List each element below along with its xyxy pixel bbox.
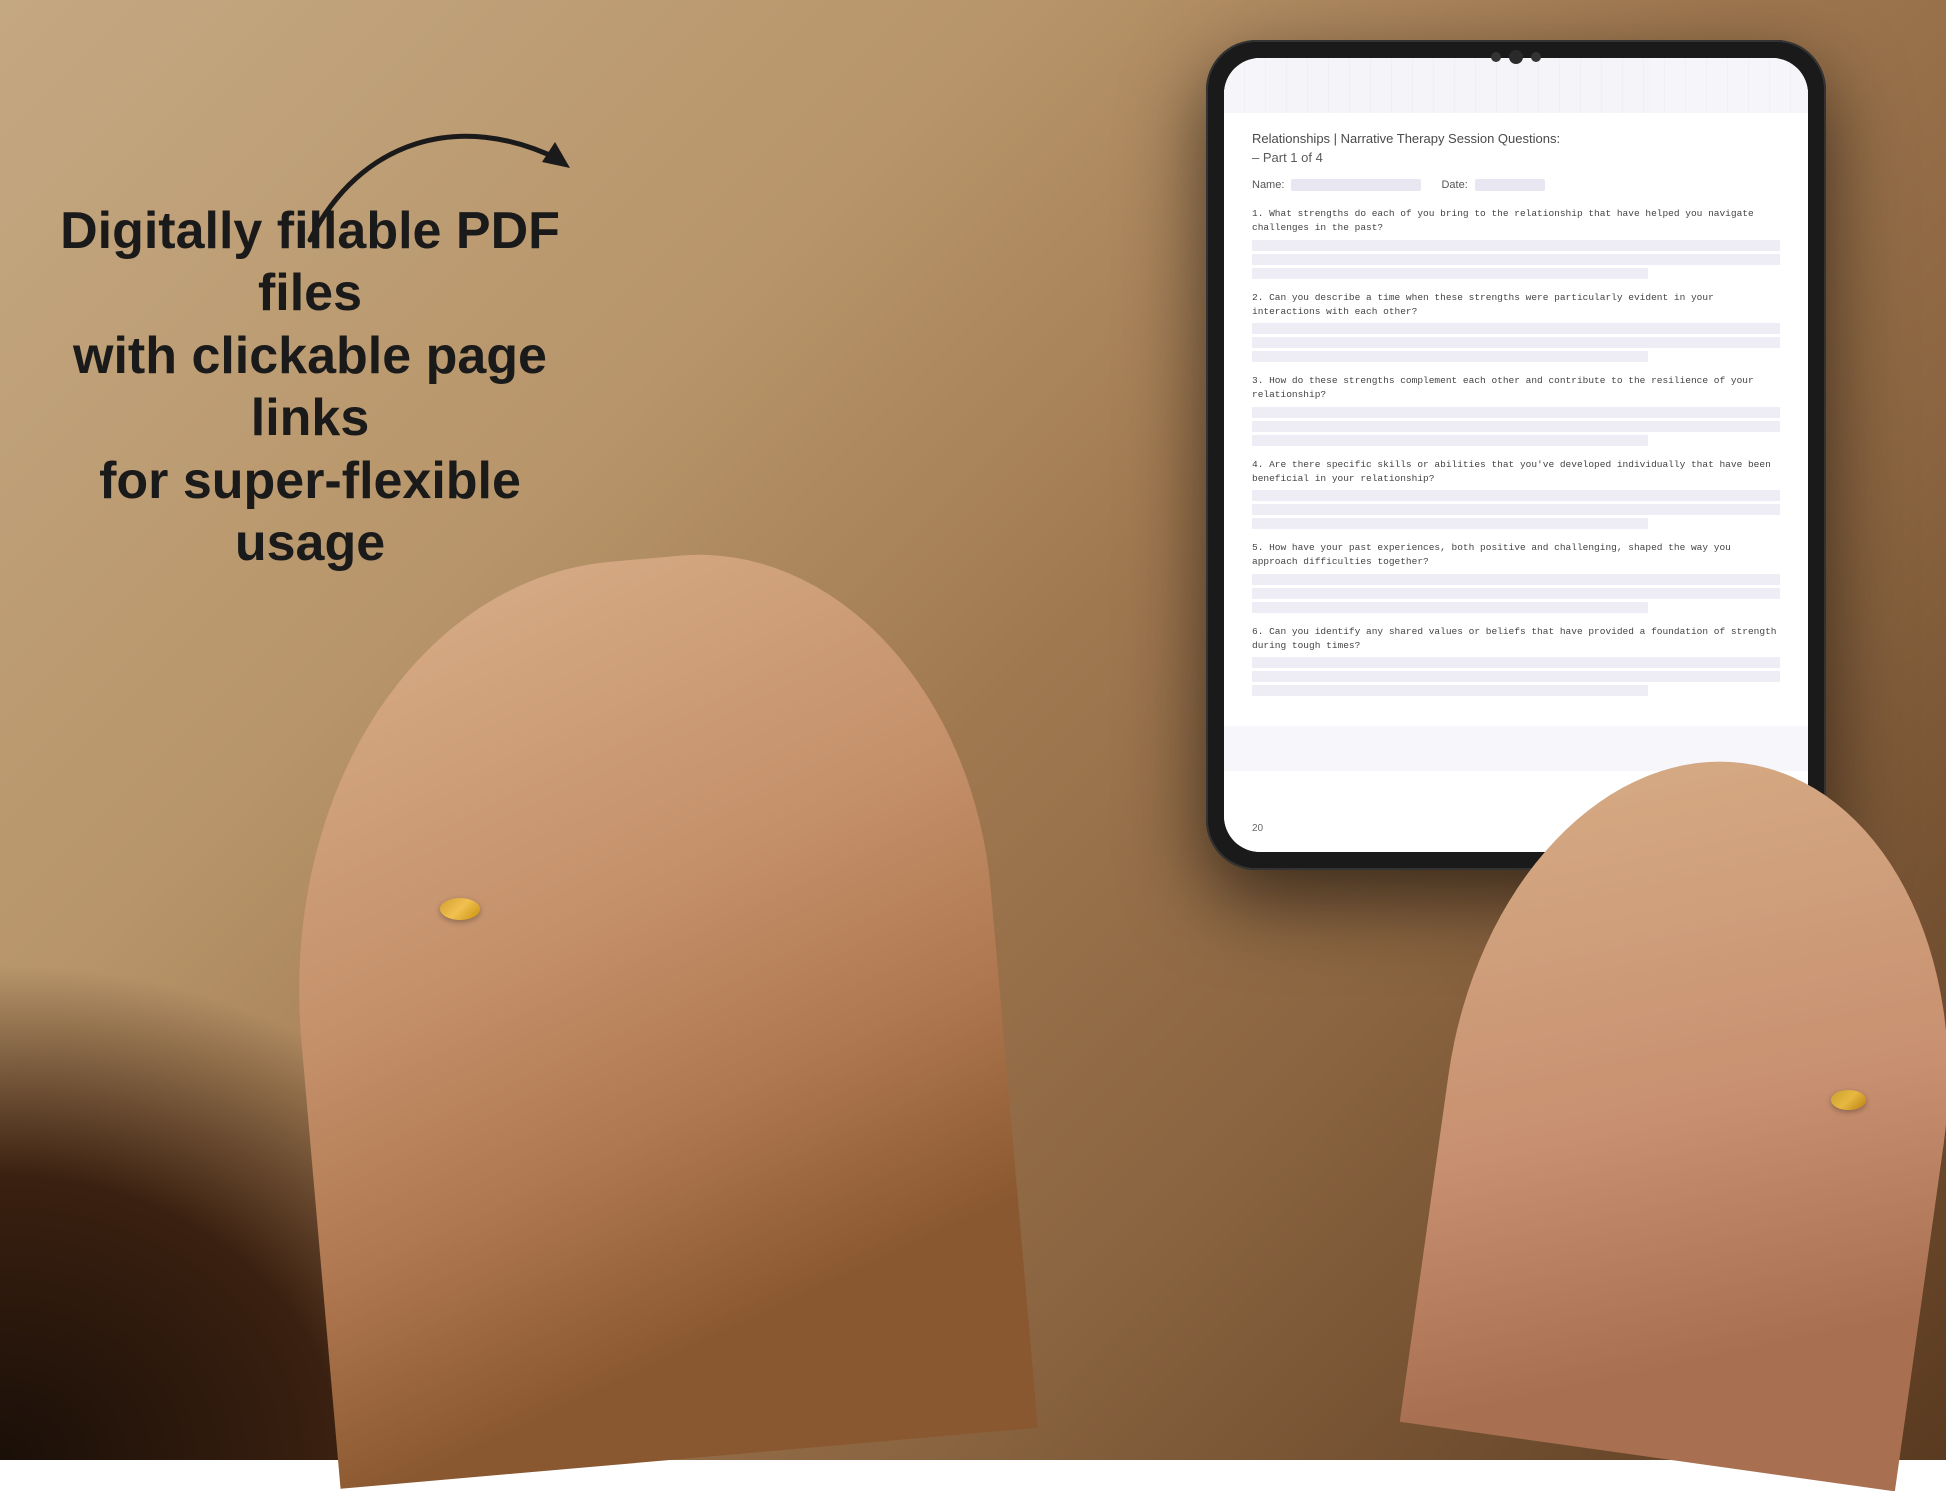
question-5: 5. How have your past experiences, both … bbox=[1252, 541, 1780, 613]
answer-lines-5 bbox=[1252, 574, 1780, 613]
answer-lines-4 bbox=[1252, 490, 1780, 529]
pdf-body: Relationships | Narrative Therapy Sessio… bbox=[1224, 113, 1808, 726]
marketing-text: Digitally fillable PDF files with clicka… bbox=[60, 200, 560, 574]
question-1: 1. What strengths do each of you bring t… bbox=[1252, 207, 1780, 279]
decoration-pattern bbox=[1224, 58, 1808, 113]
ring-left bbox=[440, 898, 480, 920]
tablet-outer: Relationships | Narrative Therapy Sessio… bbox=[1206, 40, 1826, 870]
text-line-1: Digitally fillable PDF files bbox=[60, 202, 560, 322]
camera-main bbox=[1509, 50, 1523, 64]
answer-lines-2 bbox=[1252, 323, 1780, 362]
question-3: 3. How do these strengths complement eac… bbox=[1252, 374, 1780, 446]
pdf-subtitle: – Part 1 of 4 bbox=[1252, 150, 1780, 165]
tablet-screen: Relationships | Narrative Therapy Sessio… bbox=[1224, 58, 1808, 852]
answer-lines-6 bbox=[1252, 657, 1780, 696]
ring-right bbox=[1831, 1090, 1866, 1110]
question-4: 4. Are there specific skills or abilitie… bbox=[1252, 458, 1780, 530]
name-label: Name: bbox=[1252, 179, 1421, 191]
name-input[interactable] bbox=[1291, 179, 1421, 191]
tablet: Relationships | Narrative Therapy Sessio… bbox=[1206, 40, 1826, 870]
text-line-2: with clickable page links bbox=[73, 327, 547, 447]
pdf-header-decoration bbox=[1224, 58, 1808, 113]
date-label: Date: bbox=[1441, 179, 1544, 191]
question-2: 2. Can you describe a time when these st… bbox=[1252, 291, 1780, 363]
page-number: 20 bbox=[1252, 823, 1263, 834]
camera-dot-1 bbox=[1491, 52, 1501, 62]
pdf-content: Relationships | Narrative Therapy Sessio… bbox=[1224, 58, 1808, 852]
name-date-row: Name: Date: bbox=[1252, 179, 1780, 191]
date-input[interactable] bbox=[1475, 179, 1545, 191]
pdf-title: Relationships | Narrative Therapy Sessio… bbox=[1252, 131, 1780, 146]
text-line-3: for super-flexible usage bbox=[99, 452, 521, 572]
question-6: 6. Can you identify any shared values or… bbox=[1252, 625, 1780, 697]
left-panel: Digitally fillable PDF files with clicka… bbox=[60, 200, 560, 574]
camera-area bbox=[1491, 50, 1541, 64]
answer-lines-3 bbox=[1252, 407, 1780, 446]
camera-dot-2 bbox=[1531, 52, 1541, 62]
answer-lines-1 bbox=[1252, 240, 1780, 279]
